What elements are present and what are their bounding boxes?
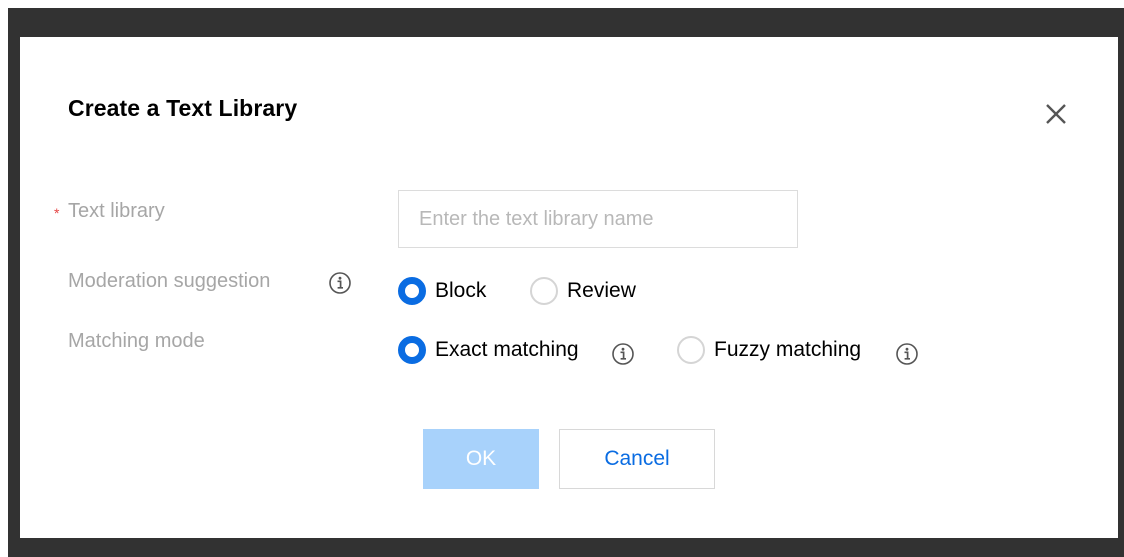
radio-label-fuzzy-matching: Fuzzy matching xyxy=(714,338,862,361)
radio-unchecked-indicator xyxy=(530,277,558,305)
radio-label-review: Review xyxy=(567,279,636,302)
dialog-title: Create a Text Library xyxy=(68,95,298,121)
modal-overlay-bottom xyxy=(8,538,1124,557)
ok-button[interactable]: OK xyxy=(423,429,539,489)
radio-label-exact-matching: Exact matching xyxy=(435,338,579,361)
text-library-name-input[interactable] xyxy=(398,190,798,248)
modal-overlay-right xyxy=(1118,37,1124,557)
radio-fuzzy-matching[interactable]: Fuzzy matching xyxy=(677,336,861,364)
radio-label-block: Block xyxy=(435,279,487,302)
close-icon[interactable] xyxy=(1042,100,1070,128)
radio-unchecked-indicator xyxy=(677,336,705,364)
required-mark: * xyxy=(54,205,60,221)
moderation-suggestion-label: Moderation suggestion xyxy=(68,270,271,292)
radio-block[interactable]: Block xyxy=(398,277,486,305)
modal-overlay-top xyxy=(8,8,1124,37)
radio-checked-indicator xyxy=(398,277,426,305)
text-library-label: Text library xyxy=(68,200,165,222)
modal-overlay-left xyxy=(8,37,20,557)
info-icon[interactable] xyxy=(611,342,635,366)
info-icon[interactable] xyxy=(895,342,919,366)
matching-mode-label: Matching mode xyxy=(68,330,205,352)
radio-exact-matching[interactable]: Exact matching xyxy=(398,336,579,364)
create-text-library-dialog: Create a Text Library * Text library Mod… xyxy=(20,37,1118,538)
info-icon[interactable] xyxy=(328,271,352,295)
radio-checked-indicator xyxy=(398,336,426,364)
cancel-button[interactable]: Cancel xyxy=(559,429,715,489)
radio-review[interactable]: Review xyxy=(530,277,636,305)
